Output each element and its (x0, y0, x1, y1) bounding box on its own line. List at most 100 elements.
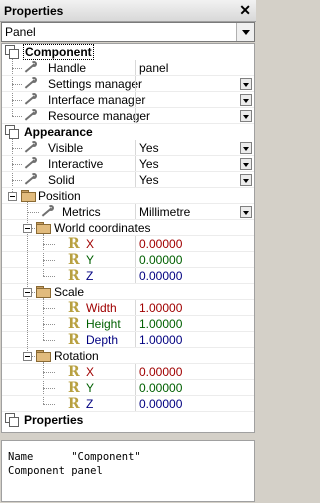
property-row-interactive[interactable]: Interactive Yes (2, 156, 254, 172)
wrench-icon (22, 141, 38, 155)
category-appearance[interactable]: Appearance (2, 124, 254, 140)
property-value-handle[interactable]: panel (139, 61, 168, 75)
real-value-icon: R (68, 268, 80, 284)
property-row-settings-manager[interactable]: Settings manager (2, 76, 254, 92)
property-row-world-z[interactable]: R Z 0.00000 (2, 268, 254, 284)
category-icon (5, 413, 19, 427)
property-row-scale-depth[interactable]: R Depth 1.00000 (2, 332, 254, 348)
real-value-icon: R (68, 380, 80, 396)
real-value-icon: R (68, 316, 80, 332)
property-value-visible[interactable]: Yes (139, 141, 159, 155)
resource-manager-dropdown-icon[interactable] (240, 110, 252, 122)
real-value-icon: R (68, 332, 80, 348)
description-panel: Name "Component" Component panel (1, 440, 255, 502)
interface-manager-dropdown-icon[interactable] (240, 94, 252, 106)
category-properties-label: Properties (24, 413, 84, 427)
property-row-interface-manager[interactable]: Interface manager (2, 92, 254, 108)
solid-dropdown-icon[interactable] (240, 174, 252, 186)
property-value-world-z[interactable]: 0.00000 (139, 269, 182, 283)
property-label-scale-width: Width (86, 301, 117, 315)
property-row-rotation-y[interactable]: R Y 0.00000 (2, 380, 254, 396)
group-scale-label: Scale (54, 285, 85, 299)
folder-icon (36, 286, 51, 298)
property-row-resource-manager[interactable]: Resource manager (2, 108, 254, 124)
property-label-rotation-x: X (86, 365, 95, 379)
property-value-scale-depth[interactable]: 1.00000 (139, 333, 182, 347)
window-titlebar: Properties ✕ (0, 0, 256, 22)
wrench-icon (22, 93, 38, 107)
property-label-world-y: Y (86, 253, 95, 267)
real-value-icon: R (68, 364, 80, 380)
interactive-dropdown-icon[interactable] (240, 158, 252, 170)
property-value-scale-height[interactable]: 1.00000 (139, 317, 182, 331)
close-icon[interactable]: ✕ (239, 3, 251, 17)
property-label-rotation-z: Z (86, 397, 94, 411)
property-label-settings-manager: Settings manager (48, 77, 143, 91)
real-value-icon: R (68, 236, 80, 252)
property-row-scale-height[interactable]: R Height 1.00000 (2, 316, 254, 332)
visible-dropdown-icon[interactable] (240, 142, 252, 154)
property-label-handle: Handle (48, 61, 87, 75)
property-value-rotation-z[interactable]: 0.00000 (139, 397, 182, 411)
category-component[interactable]: Component (2, 44, 254, 60)
wrench-icon (22, 109, 38, 123)
group-world-coordinates[interactable]: World coordinates (2, 220, 254, 236)
property-value-world-x[interactable]: 0.00000 (139, 237, 182, 251)
collapse-icon[interactable] (23, 352, 32, 361)
property-label-world-z: Z (86, 269, 94, 283)
object-selector-dropdown-button[interactable] (236, 23, 254, 41)
wrench-icon (22, 77, 38, 91)
property-row-solid[interactable]: Solid Yes (2, 172, 254, 188)
group-position[interactable]: Position (2, 188, 254, 204)
property-value-world-y[interactable]: 0.00000 (139, 253, 182, 267)
property-value-solid[interactable]: Yes (139, 173, 159, 187)
metrics-dropdown-icon[interactable] (240, 206, 252, 218)
collapse-icon[interactable] (8, 192, 17, 201)
settings-manager-dropdown-icon[interactable] (240, 78, 252, 90)
property-row-metrics[interactable]: Metrics Millimetre (2, 204, 254, 220)
property-label-metrics: Metrics (62, 205, 101, 219)
collapse-icon[interactable] (23, 224, 32, 233)
wrench-icon (22, 173, 38, 187)
window-title: Properties (4, 4, 64, 18)
property-row-world-y[interactable]: R Y 0.00000 (2, 252, 254, 268)
real-value-icon: R (68, 396, 80, 412)
object-selector-value: Panel (5, 25, 36, 39)
property-grid[interactable]: Component Handle panel Settings manager … (1, 43, 255, 433)
description-line-text: Component panel (8, 465, 103, 477)
wrench-icon (39, 205, 55, 219)
property-value-metrics[interactable]: Millimetre (139, 205, 190, 219)
group-scale[interactable]: Scale (2, 284, 254, 300)
real-value-icon: R (68, 252, 80, 268)
dropdown-arrow-icon (242, 30, 250, 35)
property-row-scale-width[interactable]: R Width 1.00000 (2, 300, 254, 316)
object-selector[interactable]: Panel (1, 22, 255, 42)
property-value-interactive[interactable]: Yes (139, 157, 159, 171)
group-rotation-label: Rotation (54, 349, 99, 363)
category-icon (5, 125, 19, 139)
category-properties[interactable]: Properties (2, 412, 254, 428)
property-label-visible: Visible (48, 141, 84, 155)
property-label-world-x: X (86, 237, 95, 251)
folder-icon (36, 222, 51, 234)
property-row-handle[interactable]: Handle panel (2, 60, 254, 76)
property-label-solid: Solid (48, 173, 75, 187)
property-label-scale-height: Height (86, 317, 121, 331)
wrench-icon (22, 61, 38, 75)
wrench-icon (22, 157, 38, 171)
real-value-icon: R (68, 300, 80, 316)
group-position-label: Position (38, 189, 81, 203)
property-row-rotation-x[interactable]: R X 0.00000 (2, 364, 254, 380)
property-row-world-x[interactable]: R X 0.00000 (2, 236, 254, 252)
property-value-scale-width[interactable]: 1.00000 (139, 301, 182, 315)
property-row-visible[interactable]: Visible Yes (2, 140, 254, 156)
group-world-coordinates-label: World coordinates (54, 221, 151, 235)
collapse-icon[interactable] (23, 288, 32, 297)
property-value-rotation-x[interactable]: 0.00000 (139, 365, 182, 379)
property-label-scale-depth: Depth (86, 333, 119, 347)
folder-icon (21, 190, 36, 202)
property-row-rotation-z[interactable]: R Z 0.00000 (2, 396, 254, 412)
category-component-label: Component (23, 44, 94, 60)
group-rotation[interactable]: Rotation (2, 348, 254, 364)
property-value-rotation-y[interactable]: 0.00000 (139, 381, 182, 395)
